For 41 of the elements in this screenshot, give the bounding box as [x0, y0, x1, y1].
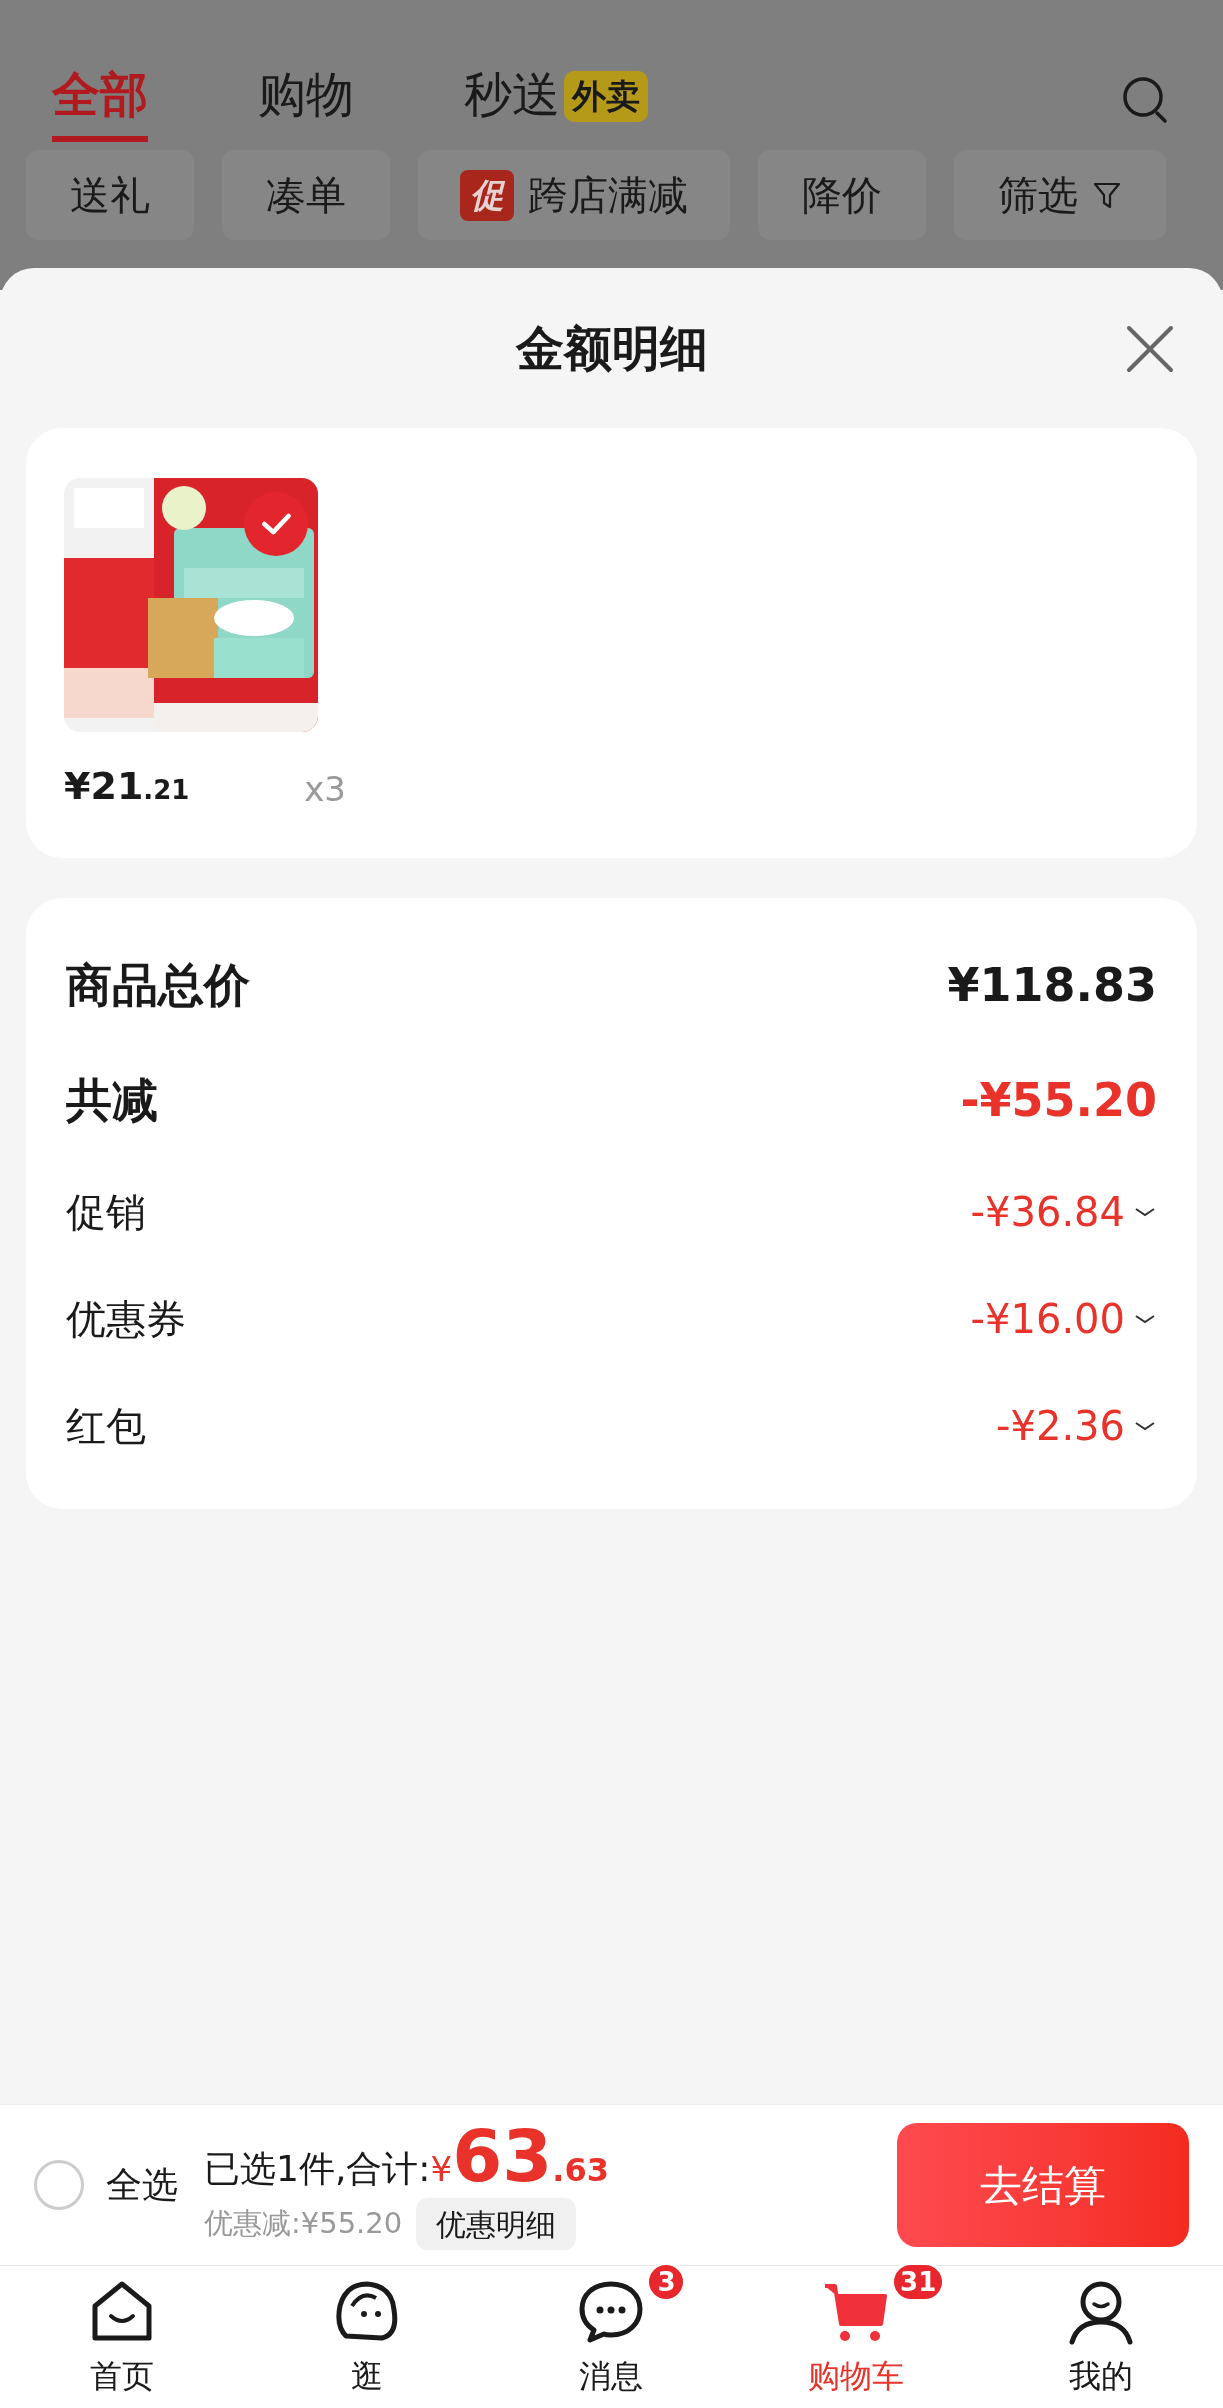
- summary-label: 共减: [66, 1072, 158, 1129]
- amount: -¥16.00: [970, 1294, 1125, 1344]
- amount: -¥55.20: [960, 1072, 1157, 1129]
- sheet-title: 金额明细: [515, 319, 708, 378]
- tab[interactable]: 秒送: [464, 58, 560, 142]
- nav-tab[interactable]: 首页: [90, 2352, 155, 2400]
- filter-chip[interactable]: 降价: [758, 150, 926, 240]
- tab[interactable]: 购物: [258, 58, 354, 142]
- chip-label: 送礼: [70, 171, 150, 220]
- close-icon[interactable]: [1125, 324, 1175, 374]
- chip-label: 降价: [802, 171, 882, 220]
- nav-tab[interactable]: 我的: [1068, 2352, 1133, 2400]
- amount: ¥118.83: [947, 957, 1157, 1014]
- discount-text: 优惠减:¥55.20: [204, 2205, 403, 2243]
- chip-label: 跨店满减: [528, 171, 688, 220]
- nav-tab[interactable]: 消息: [579, 2352, 644, 2400]
- amount: -¥2.36: [996, 1401, 1125, 1451]
- chip-label: 筛选: [998, 171, 1078, 220]
- price: ¥21.21: [64, 763, 190, 810]
- nav-tab[interactable]: 购物车: [808, 2352, 905, 2400]
- filter-chip[interactable]: 促 跨店满减: [418, 150, 730, 240]
- filter-icon: [1092, 180, 1122, 210]
- select-all-label: 全选: [106, 2163, 178, 2207]
- promo-tag: 促: [460, 169, 514, 221]
- total-price: ¥63.63: [430, 2120, 609, 2195]
- details-button[interactable]: 优惠明细: [416, 2198, 577, 2250]
- filter-chip[interactable]: 凑单: [222, 150, 390, 240]
- quantity: x3: [304, 768, 346, 811]
- summary-label: 促销: [66, 1187, 146, 1237]
- amount: -¥36.84: [970, 1187, 1125, 1237]
- nav-tab[interactable]: 逛: [350, 2352, 383, 2400]
- badge: 外卖: [564, 70, 648, 122]
- checkout-button[interactable]: 去结算: [897, 2123, 1189, 2247]
- total-label: 已选1件,合计:: [204, 2147, 431, 2191]
- summary-label: 商品总价: [66, 957, 250, 1014]
- filter-chip[interactable]: 送礼: [26, 150, 194, 240]
- filter-chip[interactable]: 筛选: [954, 150, 1166, 240]
- summary-label: 红包: [66, 1401, 146, 1451]
- summary-label: 优惠券: [66, 1294, 186, 1344]
- chip-label: 凑单: [266, 171, 346, 220]
- radio-button[interactable]: [34, 2160, 84, 2210]
